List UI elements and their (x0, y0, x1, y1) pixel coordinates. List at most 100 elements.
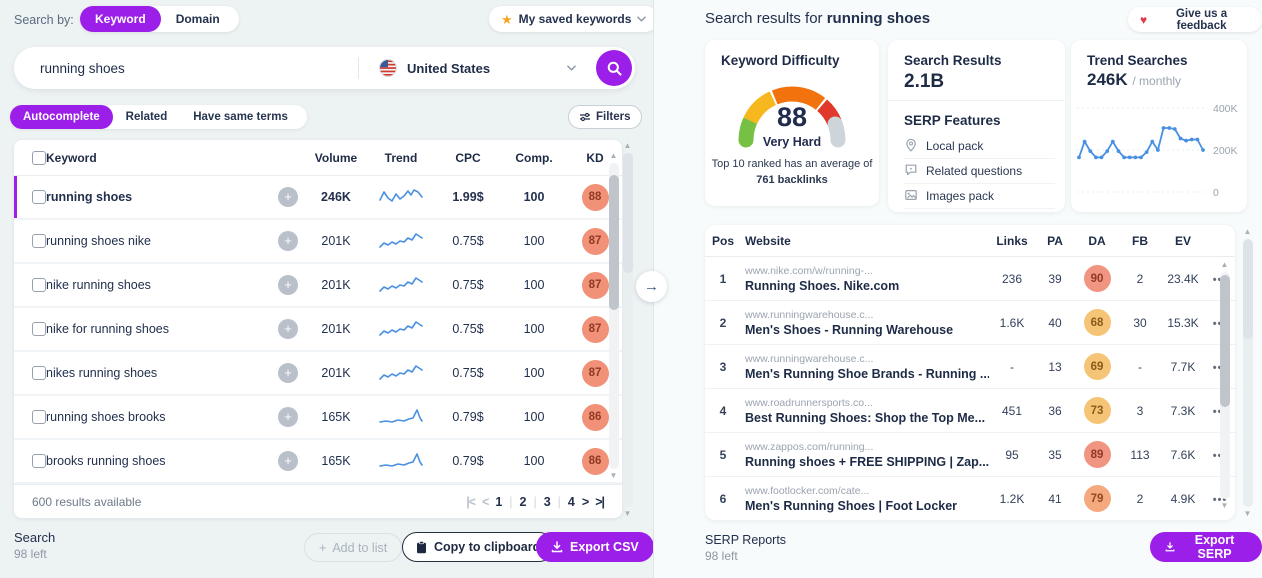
export-csv-button[interactable]: Export CSV (536, 532, 654, 562)
country-chevron-down-icon[interactable] (567, 65, 576, 71)
scroll-up-icon[interactable]: ▲ (624, 142, 632, 150)
scrollbar-track[interactable] (623, 153, 633, 507)
serp-page-title[interactable]: Running shoes + FREE SHIPPING | Zap... (745, 455, 989, 469)
copy-to-clipboard-button[interactable]: Copy to clipboard (402, 532, 554, 562)
serp-url[interactable]: www.runningwarehouse.c... (745, 309, 989, 321)
keyword-row[interactable]: running shoes nike+201K0.75$10087 (14, 220, 622, 264)
add-keyword-button[interactable]: + (278, 319, 298, 339)
scroll-down-icon[interactable]: ▼ (624, 510, 632, 518)
volume-value: 165K (306, 454, 366, 468)
right-panel-scrollbar[interactable]: ▲ ▼ (1241, 228, 1254, 518)
serp-credits-left: 98 left (705, 549, 738, 563)
pagination-page[interactable]: 3 (544, 495, 551, 509)
pagination-next[interactable]: > (582, 495, 588, 509)
keyword-checkbox[interactable] (32, 234, 46, 248)
left-panel-scrollbar[interactable]: ▲ ▼ (621, 142, 634, 518)
keyword-row[interactable]: brooks running shoes+165K0.79$10086 (14, 440, 622, 484)
scrollbar-thumb[interactable] (1243, 239, 1253, 339)
keyword-row[interactable]: running shoes brooks+165K0.79$10086 (14, 396, 622, 440)
keyword-checkbox[interactable] (32, 190, 46, 204)
serp-url[interactable]: www.zappos.com/running... (745, 441, 989, 453)
serp-page-title[interactable]: Best Running Shoes: Shop the Top Me... (745, 411, 989, 425)
give-feedback-button[interactable]: ♥ Give us a feedback (1128, 7, 1262, 32)
add-to-list-button[interactable]: + Add to list (304, 533, 402, 562)
pagination-prev[interactable]: < (482, 495, 488, 509)
svg-text:0: 0 (1213, 187, 1219, 199)
keyword-checkbox[interactable] (32, 366, 46, 380)
pagination-first[interactable]: |< (466, 495, 475, 509)
country-selector-label[interactable]: United States (407, 61, 490, 76)
scrollbar-track[interactable] (1220, 272, 1230, 499)
scroll-up-icon[interactable]: ▲ (1221, 261, 1229, 269)
keyword-checkbox[interactable] (32, 278, 46, 292)
scroll-down-icon[interactable]: ▼ (1221, 502, 1229, 510)
serp-page-title[interactable]: Men's Running Shoes | Foot Locker (745, 499, 989, 513)
keyword-checkbox[interactable] (32, 322, 46, 336)
mode-keyword-button[interactable]: Keyword (80, 6, 161, 32)
keyword-row-check-cell (14, 366, 46, 380)
pagination-last[interactable]: >| (595, 495, 604, 509)
tab-have-same-terms[interactable]: Have same terms (180, 105, 301, 129)
trend-sparkline (366, 318, 436, 340)
keyword-checkbox[interactable] (32, 454, 46, 468)
scrollbar-thumb[interactable] (609, 175, 619, 310)
keyword-label: nike for running shoes (46, 322, 270, 336)
my-saved-keywords-button[interactable]: ★ My saved keywords (489, 6, 658, 32)
scrollbar-thumb[interactable] (1220, 275, 1230, 407)
cpc-value: 0.79$ (436, 454, 500, 468)
serp-row[interactable]: 1www.nike.com/w/running-...Running Shoes… (705, 257, 1235, 301)
scrollbar-track[interactable] (1243, 239, 1253, 507)
keyword-search-input[interactable] (38, 60, 338, 77)
add-keyword-button[interactable]: + (278, 407, 298, 427)
search-button[interactable] (596, 50, 632, 86)
serp-url[interactable]: www.footlocker.com/cate... (745, 485, 989, 497)
add-keyword-button[interactable]: + (278, 363, 298, 383)
serp-url[interactable]: www.roadrunnersports.co... (745, 397, 989, 409)
tab-autocomplete[interactable]: Autocomplete (10, 105, 113, 129)
pagination-page[interactable]: 2 (520, 495, 527, 509)
pagination-page[interactable]: 1 (495, 495, 502, 509)
competition-value: 100 (500, 366, 568, 380)
add-keyword-button[interactable]: + (278, 275, 298, 295)
serp-row[interactable]: 3www.runningwarehouse.c...Men's Running … (705, 345, 1235, 389)
keyword-row[interactable]: nikes running shoes+201K0.75$10087 (14, 352, 622, 396)
pagination-page[interactable]: 4 (568, 495, 575, 509)
kd-badge: 86 (582, 448, 609, 475)
collapse-panel-button[interactable]: → (636, 271, 667, 302)
keyword-table-scrollbar[interactable]: ▲ ▼ (608, 152, 619, 480)
scroll-down-icon[interactable]: ▼ (1244, 510, 1252, 518)
keyword-row[interactable]: nike running shoes+201K0.75$10087 (14, 264, 622, 308)
serp-row[interactable]: 2www.runningwarehouse.c...Men's Shoes - … (705, 301, 1235, 345)
add-keyword-button[interactable]: + (278, 187, 298, 207)
keyword-row[interactable]: running shoes+246K1.99$10088 (14, 176, 622, 220)
us-flag-icon (379, 59, 397, 77)
scrollbar-track[interactable] (609, 163, 619, 469)
header-ev: EV (1161, 234, 1205, 248)
add-keyword-button[interactable]: + (278, 231, 298, 251)
scrollbar-thumb[interactable] (623, 153, 633, 273)
cpc-value: 0.75$ (436, 278, 500, 292)
select-all-checkbox[interactable] (32, 151, 46, 165)
keyword-row-check-cell (14, 234, 46, 248)
keyword-label: running shoes brooks (46, 410, 270, 424)
export-serp-button[interactable]: Export SERP (1150, 532, 1262, 562)
serp-table-scrollbar[interactable]: ▲ ▼ (1219, 261, 1230, 510)
scroll-up-icon[interactable]: ▲ (1244, 228, 1252, 236)
scroll-down-icon[interactable]: ▼ (610, 472, 618, 480)
tab-related[interactable]: Related (113, 105, 181, 129)
mode-domain-button[interactable]: Domain (161, 6, 235, 32)
serp-row[interactable]: 4www.roadrunnersports.co...Best Running … (705, 389, 1235, 433)
serp-page-title[interactable]: Men's Running Shoe Brands - Running ... (745, 367, 989, 381)
serp-row[interactable]: 5www.zappos.com/running...Running shoes … (705, 433, 1235, 477)
add-keyword-button[interactable]: + (278, 451, 298, 471)
serp-url[interactable]: www.nike.com/w/running-... (745, 265, 989, 277)
serp-row[interactable]: 6www.footlocker.com/cate...Men's Running… (705, 477, 1235, 520)
clipboard-icon (416, 541, 427, 554)
filters-button[interactable]: Filters (568, 105, 642, 129)
serp-page-title[interactable]: Running Shoes. Nike.com (745, 279, 989, 293)
scroll-up-icon[interactable]: ▲ (610, 152, 618, 160)
keyword-row[interactable]: nike for running shoes+201K0.75$10087 (14, 308, 622, 352)
serp-page-title[interactable]: Men's Shoes - Running Warehouse (745, 323, 989, 337)
serp-url[interactable]: www.runningwarehouse.c... (745, 353, 989, 365)
keyword-checkbox[interactable] (32, 410, 46, 424)
